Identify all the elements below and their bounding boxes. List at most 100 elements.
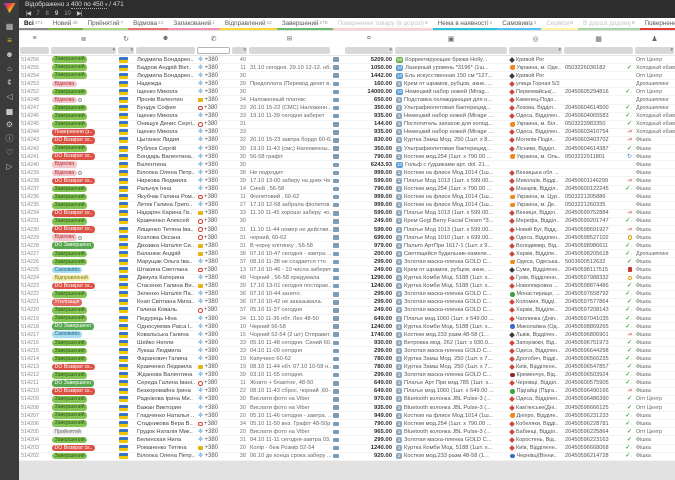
product-name: Светящийся будильник-хамеле... (404, 250, 492, 258)
carrier-icon (510, 454, 515, 459)
page-button-8[interactable]: 8 (46, 10, 49, 18)
status-filter-input[interactable]: ▾ (51, 47, 116, 54)
sidebar-item-info-icon[interactable]: ⓘ (0, 132, 19, 146)
client-filter-input[interactable] (136, 47, 195, 54)
sidebar-item-support-icon[interactable]: ♡ (0, 146, 19, 160)
phone-number: +380 (204, 420, 218, 428)
order-id-filter-input[interactable] (20, 47, 49, 54)
order-id: 514226 (21, 258, 39, 266)
age-value: 30 (240, 161, 246, 169)
delivery-city: Кобеляки, Відді.. (516, 420, 559, 428)
sidebar-item-orders-icon[interactable]: ≡ (0, 34, 19, 48)
source-filter-input[interactable]: ▾ (635, 47, 674, 54)
tab-Самовивіз[interactable]: Самовивіз2 (497, 18, 541, 30)
delivery-city: Суми, Відділенн.. (516, 266, 561, 274)
country-filter-input[interactable]: ▾ (118, 47, 134, 54)
app-logo-icon[interactable] (4, 3, 16, 13)
first-page-button[interactable]: |◀ (26, 10, 30, 18)
age-value: 30 (240, 72, 246, 80)
ttn-filter-input[interactable] (564, 47, 633, 54)
carrier-icon (509, 210, 515, 216)
order-total: 299.00 (374, 436, 392, 444)
sidebar-item-clients-icon[interactable]: ☻ (0, 48, 19, 62)
filter-cell-phone (196, 47, 231, 54)
range-selector[interactable]: 400 по 450 ▾ (71, 1, 108, 9)
order-total: 299.00 (374, 290, 392, 298)
comment-text: 06.10 до конца срока заберу ... (250, 452, 331, 460)
order-source: Фішка (636, 290, 651, 298)
order-id: 514246 (21, 112, 39, 120)
product-name: Костюм мод.233 разм.48-58 (1... (404, 452, 489, 460)
carrier-icon (509, 251, 515, 257)
order-source: Холодный обзвон (636, 64, 675, 72)
ttn-number: 20450598205618 (565, 250, 609, 258)
page-button-9[interactable]: 9 (55, 10, 58, 18)
sidebar-item-video-icon[interactable]: ▷ (0, 160, 19, 174)
ttn-number: 20450597577864 (565, 298, 609, 306)
sidebar-item-marketing-icon[interactable]: ◁ (0, 90, 19, 104)
carrier-icon (509, 227, 515, 233)
age-value: 22 (240, 387, 246, 395)
channel-icon (333, 106, 339, 111)
comment-filter-input[interactable] (249, 47, 330, 54)
sidebar-item-finance-icon[interactable]: ¢ (0, 76, 19, 90)
tab-Нема в наявності[interactable]: Нема в наявності1 (433, 18, 498, 30)
sidebar-item-dashboard-icon[interactable]: ▦ (0, 20, 19, 34)
tab-Завершений[interactable]: Завершений278 (277, 18, 333, 30)
tab-Повернення товару (в дорозі)[interactable]: Повернення товару (в дорозі)0 (333, 18, 433, 30)
order-total: 970.00 (374, 395, 392, 403)
ukraine-flag-icon (119, 307, 128, 313)
phone-number: +380 (204, 266, 218, 274)
tab-Відправлений[interactable]: Відправлений12 (220, 18, 277, 30)
carrier-icon (509, 138, 515, 144)
delivery-city: Харків, Відділе.. (516, 306, 557, 314)
price-filter-input[interactable]: ▾ (345, 47, 393, 54)
tab-Всі[interactable]: Всі471 (19, 18, 48, 30)
channel-icon (333, 276, 339, 281)
page-button-10[interactable]: 10 (64, 10, 71, 18)
quantity-badge: 10 (396, 162, 403, 168)
order-source: Дропшиппинг (636, 104, 669, 112)
carrier-icon (509, 243, 515, 249)
column-header-status: ≣ (50, 35, 117, 43)
delivery-city: Мерефа, Відділ.. (516, 217, 559, 225)
quantity-badge: 1 (396, 275, 402, 281)
last-page-button[interactable]: ▶| (77, 10, 81, 18)
ukraine-flag-icon (119, 267, 128, 273)
sidebar-item-settings-icon[interactable]: ⚙ (0, 118, 19, 132)
snowflake-icon: ✻ (198, 340, 203, 346)
order-id: 514253 (21, 80, 39, 88)
order-id: 514234 (21, 209, 39, 217)
quantity-badge: 1 (396, 105, 402, 111)
age-filter-input[interactable]: ▾ (232, 47, 247, 54)
order-source: Фішка (636, 452, 651, 460)
snowflake-icon: ✻ (198, 299, 203, 305)
sidebar-item-warehouse-icon[interactable]: ⌂ (0, 62, 19, 76)
tab-Сервіси[interactable]: Сервіси0 (541, 18, 578, 30)
comment-text: 56-58 графіт (250, 153, 283, 161)
sidebar-item-statistics-icon[interactable]: ▅ (0, 104, 19, 118)
phone-filter-input[interactable] (197, 47, 230, 54)
quantity-badge: 1 (396, 170, 402, 176)
tab-Запакований[interactable]: Запакований1 (168, 18, 220, 30)
order-id: 514208 (21, 404, 39, 412)
tab-Прийнятий[interactable]: Прийнятий7 (83, 18, 129, 30)
tab-Новий[interactable]: Новий48 (48, 18, 83, 30)
tab-Повернення (в дорозі)[interactable]: Повернення (в дорозі)0 (640, 18, 675, 30)
channel-icon (333, 235, 339, 240)
page-button-7[interactable]: 7 (36, 10, 39, 18)
phone-number: +380 (205, 371, 219, 379)
snowflake-icon: ✻ (198, 291, 203, 297)
tab-Відмова[interactable]: Відмова42 (128, 18, 168, 30)
age-value: 39 (240, 282, 246, 290)
delivery-city: Лісники, Відділ.. (516, 145, 557, 153)
order-row[interactable]: 514202ЗавершенийБілоока Олена Петр..✻+38… (19, 453, 675, 461)
tab-label: Повернення (в дорозі) (645, 20, 675, 27)
phone-number: +380 (205, 298, 219, 306)
product-name: Корректирующие брюки Holly... (405, 56, 487, 64)
carrier-icon (509, 356, 515, 362)
delivery-city-filter-input[interactable]: ▾ (509, 47, 562, 54)
age-value: 31 (240, 226, 246, 234)
tab-В дорозі додому[interactable]: В дорозі додому0 (578, 18, 640, 30)
product-filter-input[interactable] (395, 47, 507, 54)
